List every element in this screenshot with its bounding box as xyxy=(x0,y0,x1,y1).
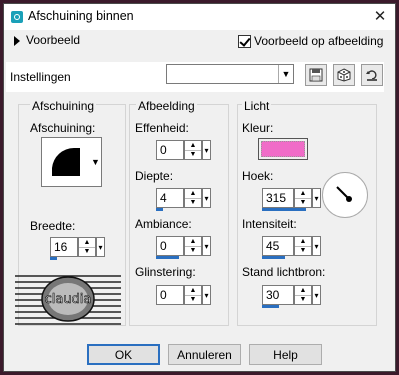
spin-arrows[interactable]: ▲ ▼ xyxy=(184,188,202,208)
light-color-swatch[interactable] xyxy=(258,138,308,160)
slider-dropdown[interactable]: ▾ xyxy=(202,140,211,160)
bevel-shape-label: Afschuining: xyxy=(30,121,96,135)
dice-icon xyxy=(337,68,351,82)
random-preset-button[interactable] xyxy=(333,64,355,86)
smoothness-input[interactable]: 0 xyxy=(156,140,184,160)
ok-button[interactable]: OK xyxy=(87,344,160,365)
preview-on-image-checkbox[interactable] xyxy=(238,35,251,48)
bevel-shape-dropdown[interactable]: ▼ xyxy=(90,137,102,187)
elevation-input[interactable]: 30 xyxy=(262,285,294,305)
angle-label: Hoek: xyxy=(242,169,274,183)
bevel-shape-icon xyxy=(52,147,80,176)
ambience-label: Ambiance: xyxy=(135,217,192,231)
intensity-label: Intensiteit: xyxy=(242,217,297,231)
chevron-down-icon[interactable]: ▼ xyxy=(278,65,293,83)
slider-dropdown[interactable]: ▾ xyxy=(312,188,321,208)
intensity-input[interactable]: 45 xyxy=(262,236,294,256)
slider-dropdown[interactable]: ▾ xyxy=(202,285,211,305)
angle-bar xyxy=(262,208,306,211)
slider-dropdown[interactable]: ▾ xyxy=(312,236,321,256)
reset-icon xyxy=(366,70,377,81)
close-icon: ✕ xyxy=(373,8,387,25)
claudia-logo: claudia xyxy=(15,273,121,325)
window-title: Afschuining binnen xyxy=(28,9,134,23)
depth-label: Diepte: xyxy=(135,169,174,183)
ambience-bar xyxy=(156,256,179,259)
preview-label[interactable]: Voorbeeld xyxy=(26,33,80,47)
slider-dropdown[interactable]: ▾ xyxy=(96,237,105,257)
depth-bar xyxy=(156,208,164,211)
image-group-label: Afbeelding xyxy=(136,99,197,113)
light-color-label: Kleur: xyxy=(242,121,274,135)
cancel-button[interactable]: Annuleren xyxy=(168,344,241,365)
close-button[interactable]: ✕ xyxy=(369,6,391,26)
slider-dropdown[interactable]: ▾ xyxy=(202,188,211,208)
shininess-label: Glinstering: xyxy=(135,265,196,279)
elevation-label: Stand lichtbron: xyxy=(242,265,326,279)
slider-dropdown[interactable]: ▾ xyxy=(202,236,211,256)
chevron-down-icon: ▼ xyxy=(91,157,100,167)
angle-needle-icon xyxy=(336,186,352,202)
spin-arrows[interactable]: ▲ ▼ xyxy=(184,285,202,305)
title-bar[interactable]: Afschuining binnen ✕ xyxy=(4,4,395,30)
bevel-group-label: Afschuining xyxy=(30,99,97,113)
settings-preset-combobox[interactable]: ▼ xyxy=(166,64,294,84)
settings-label: Instellingen xyxy=(10,70,71,84)
smoothness-label: Effenheid: xyxy=(135,121,189,135)
app-icon xyxy=(11,11,23,23)
spin-arrows[interactable]: ▲ ▼ xyxy=(294,188,312,208)
spin-arrows[interactable]: ▲ ▼ xyxy=(184,140,202,160)
ambience-input[interactable]: 0 xyxy=(156,236,184,256)
reset-preset-button[interactable] xyxy=(361,64,383,86)
light-angle-dial[interactable] xyxy=(322,172,368,218)
shininess-input[interactable]: 0 xyxy=(156,285,184,305)
save-preset-button[interactable] xyxy=(305,64,327,86)
preview-on-image-label[interactable]: Voorbeeld op afbeelding xyxy=(254,34,383,48)
bevel-width-input[interactable]: 16 xyxy=(50,237,78,257)
light-group-label: Licht xyxy=(242,99,272,113)
save-icon xyxy=(309,68,323,82)
bevel-width-label: Breedte: xyxy=(30,219,76,233)
light-color-fill xyxy=(261,141,305,157)
checkmark-icon xyxy=(239,35,251,47)
expand-preview-icon[interactable] xyxy=(14,36,20,46)
depth-input[interactable]: 4 xyxy=(156,188,184,208)
slider-dropdown[interactable]: ▾ xyxy=(312,285,321,305)
bevel-width-bar xyxy=(50,257,58,260)
logo-text: claudia xyxy=(45,292,92,307)
elevation-bar xyxy=(262,305,279,308)
spin-arrows[interactable]: ▲ ▼ xyxy=(294,285,312,305)
spin-arrows[interactable]: ▲ ▼ xyxy=(78,237,96,257)
bevel-shape-preview[interactable] xyxy=(41,137,91,187)
spin-arrows[interactable]: ▲ ▼ xyxy=(184,236,202,256)
angle-input[interactable]: 315 xyxy=(262,188,294,208)
intensity-bar xyxy=(262,256,285,259)
help-button[interactable]: Help xyxy=(249,344,322,365)
spin-arrows[interactable]: ▲ ▼ xyxy=(294,236,312,256)
